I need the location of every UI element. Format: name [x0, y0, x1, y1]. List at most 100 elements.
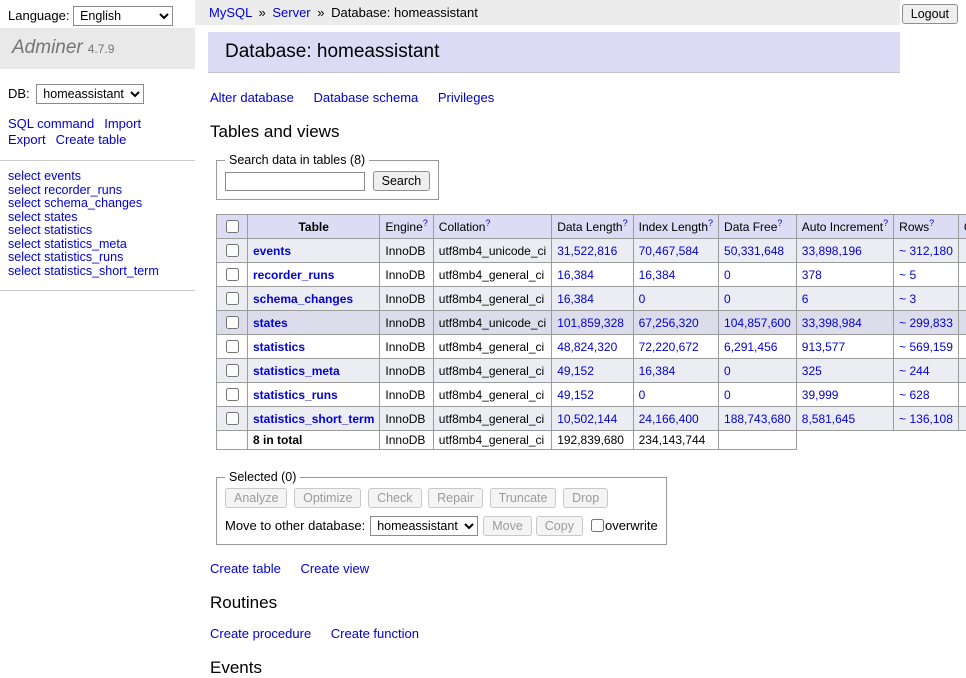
row-checkbox[interactable]	[226, 316, 239, 329]
index-length-link[interactable]: 72,220,672	[639, 340, 699, 354]
row-checkbox[interactable]	[226, 340, 239, 353]
drop-button[interactable]: Drop	[563, 488, 608, 508]
data-length-link[interactable]: 48,824,320	[557, 340, 617, 354]
row-checkbox[interactable]	[226, 388, 239, 401]
rows-count-link[interactable]: ~ 244	[899, 364, 929, 378]
rows-count-link[interactable]: ~ 5	[899, 268, 916, 282]
table-name-link[interactable]: events	[253, 244, 291, 258]
data-free-link[interactable]: 188,743,680	[724, 412, 791, 426]
index-length-link[interactable]: 0	[639, 292, 646, 306]
table-name-link[interactable]: recorder_runs	[253, 268, 334, 282]
data-length-link[interactable]: 16,384	[557, 292, 594, 306]
select-link[interactable]: select	[8, 223, 41, 237]
rows-count-link[interactable]: ~ 3	[899, 292, 916, 306]
auto-increment-link[interactable]: 33,898,196	[802, 244, 862, 258]
rows-count-link[interactable]: ~ 299,833	[899, 316, 953, 330]
data-length-link[interactable]: 101,859,328	[557, 316, 624, 330]
select-link[interactable]: select	[8, 169, 41, 183]
data-free-link[interactable]: 6,291,456	[724, 340, 777, 354]
truncate-button[interactable]: Truncate	[490, 488, 557, 508]
data-free-link[interactable]: 0	[724, 292, 731, 306]
create-function-link[interactable]: Create function	[331, 626, 419, 641]
help-link[interactable]: ?	[883, 218, 888, 228]
search-input[interactable]	[225, 172, 365, 191]
index-length-link[interactable]: 67,256,320	[639, 316, 699, 330]
sidebar-link-sql-command[interactable]: SQL command	[8, 116, 94, 131]
copy-button[interactable]: Copy	[536, 516, 583, 536]
move-button[interactable]: Move	[483, 516, 532, 536]
table-name-link[interactable]: statistics_meta	[253, 364, 340, 378]
row-checkbox[interactable]	[226, 292, 239, 305]
db-select[interactable]: homeassistant	[36, 84, 144, 104]
help-link[interactable]: ?	[623, 218, 628, 228]
move-db-select[interactable]: homeassistant	[370, 516, 478, 536]
table-name-link[interactable]: statistics_short_term	[253, 412, 374, 426]
data-length-link[interactable]: 16,384	[557, 268, 594, 282]
repair-button[interactable]: Repair	[428, 488, 483, 508]
alter-database-link[interactable]: Alter database	[210, 90, 294, 105]
sidebar-link-import[interactable]: Import	[104, 116, 141, 131]
table-name-link[interactable]: statistics	[253, 340, 305, 354]
rows-count-link[interactable]: ~ 312,180	[899, 244, 953, 258]
sidebar-link-export[interactable]: Export	[8, 132, 46, 147]
data-free-link[interactable]: 0	[724, 388, 731, 402]
index-length-link[interactable]: 24,166,400	[639, 412, 699, 426]
row-checkbox[interactable]	[226, 412, 239, 425]
data-free-link[interactable]: 50,331,648	[724, 244, 784, 258]
auto-increment-link[interactable]: 33,398,984	[802, 316, 862, 330]
table-link[interactable]: statistics	[44, 223, 92, 237]
optimize-button[interactable]: Optimize	[294, 488, 361, 508]
overwrite-label[interactable]: overwrite	[605, 518, 658, 533]
auto-increment-link[interactable]: 6	[802, 292, 809, 306]
help-link[interactable]: ?	[423, 218, 428, 228]
privileges-link[interactable]: Privileges	[438, 90, 494, 105]
data-free-link[interactable]: 104,857,600	[724, 316, 791, 330]
auto-increment-link[interactable]: 39,999	[802, 388, 839, 402]
table-link[interactable]: events	[44, 169, 81, 183]
select-all-checkbox[interactable]	[226, 220, 239, 233]
help-link[interactable]: ?	[485, 218, 490, 228]
auto-increment-link[interactable]: 378	[802, 268, 822, 282]
select-link[interactable]: select	[8, 196, 41, 210]
table-name-link[interactable]: states	[253, 316, 288, 330]
breadcrumb-server-link[interactable]: Server	[272, 5, 310, 20]
select-link[interactable]: select	[8, 183, 41, 197]
index-length-link[interactable]: 16,384	[639, 364, 676, 378]
index-length-link[interactable]: 70,467,584	[639, 244, 699, 258]
auto-increment-link[interactable]: 913,577	[802, 340, 845, 354]
create-view-link[interactable]: Create view	[300, 561, 369, 576]
row-checkbox[interactable]	[226, 244, 239, 257]
breadcrumb-driver-link[interactable]: MySQL	[209, 5, 252, 20]
table-link[interactable]: states	[44, 210, 77, 224]
create-table-link[interactable]: Create table	[210, 561, 281, 576]
help-link[interactable]: ?	[929, 218, 934, 228]
data-length-link[interactable]: 49,152	[557, 388, 594, 402]
auto-increment-link[interactable]: 8,581,645	[802, 412, 855, 426]
data-length-link[interactable]: 49,152	[557, 364, 594, 378]
row-checkbox[interactable]	[226, 364, 239, 377]
select-link[interactable]: select	[8, 264, 41, 278]
adminer-brand-link[interactable]: Adminer	[12, 37, 83, 58]
table-link[interactable]: statistics_runs	[44, 250, 123, 264]
index-length-link[interactable]: 0	[639, 388, 646, 402]
table-name-link[interactable]: statistics_runs	[253, 388, 338, 402]
data-free-link[interactable]: 0	[724, 268, 731, 282]
table-name-link[interactable]: schema_changes	[253, 292, 353, 306]
overwrite-checkbox[interactable]	[591, 519, 604, 532]
search-button[interactable]: Search	[373, 171, 431, 191]
data-length-link[interactable]: 31,522,816	[557, 244, 617, 258]
table-link[interactable]: statistics_short_term	[44, 264, 159, 278]
table-link[interactable]: schema_changes	[44, 196, 142, 210]
create-procedure-link[interactable]: Create procedure	[210, 626, 311, 641]
help-link[interactable]: ?	[708, 218, 713, 228]
auto-increment-link[interactable]: 325	[802, 364, 822, 378]
logout-button[interactable]: Logout	[902, 4, 958, 24]
check-button[interactable]: Check	[368, 488, 421, 508]
select-link[interactable]: select	[8, 237, 41, 251]
data-length-link[interactable]: 10,502,144	[557, 412, 617, 426]
database-schema-link[interactable]: Database schema	[313, 90, 418, 105]
rows-count-link[interactable]: ~ 136,108	[899, 412, 953, 426]
language-select[interactable]: English	[73, 6, 173, 26]
data-free-link[interactable]: 0	[724, 364, 731, 378]
sidebar-link-create-table[interactable]: Create table	[56, 132, 127, 147]
